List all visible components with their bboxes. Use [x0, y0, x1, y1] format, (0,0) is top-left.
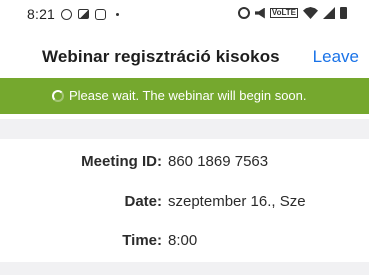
whatsapp-icon — [61, 8, 73, 20]
dot-icon — [116, 12, 120, 16]
meeting-id-row: Meeting ID: 860 1869 7563 — [0, 153, 369, 173]
meeting-id-value: 860 1869 7563 — [168, 153, 269, 170]
alarm-icon — [237, 7, 250, 19]
battery-icon — [340, 7, 347, 19]
meeting-info: Meeting ID: 860 1869 7563 Date: szeptemb… — [0, 139, 369, 265]
bottom-band — [0, 262, 369, 275]
banner-message: Please wait. The webinar will begin soon… — [69, 88, 307, 103]
status-left: 8:21 — [27, 6, 120, 22]
separator-band — [0, 119, 369, 139]
time-value: 8:00 — [168, 232, 198, 249]
header: Webinar regisztráció kisokos Leave — [0, 33, 369, 75]
instagram-icon — [95, 8, 107, 20]
page-title: Webinar regisztráció kisokos — [42, 47, 280, 66]
status-banner: Please wait. The webinar will begin soon… — [0, 78, 369, 114]
meeting-id-label: Meeting ID: — [81, 153, 162, 170]
date-value: szeptember 16., Sze — [168, 193, 306, 210]
status-time: 8:21 — [27, 6, 56, 22]
signal-icon — [323, 7, 335, 19]
status-bar: 8:21 VoLTE — [0, 0, 369, 30]
mute-icon — [254, 7, 265, 19]
gallery-icon — [78, 9, 90, 19]
time-row: Time: 8:00 — [0, 232, 369, 252]
wifi-icon — [303, 7, 318, 19]
volte-icon: VoLTE — [269, 8, 298, 18]
time-label: Time: — [122, 232, 162, 249]
status-right: VoLTE — [237, 7, 347, 19]
date-row: Date: szeptember 16., Sze — [0, 193, 369, 213]
date-label: Date: — [124, 193, 162, 210]
loading-spinner-icon — [52, 90, 64, 102]
leave-button[interactable]: Leave — [313, 47, 359, 67]
